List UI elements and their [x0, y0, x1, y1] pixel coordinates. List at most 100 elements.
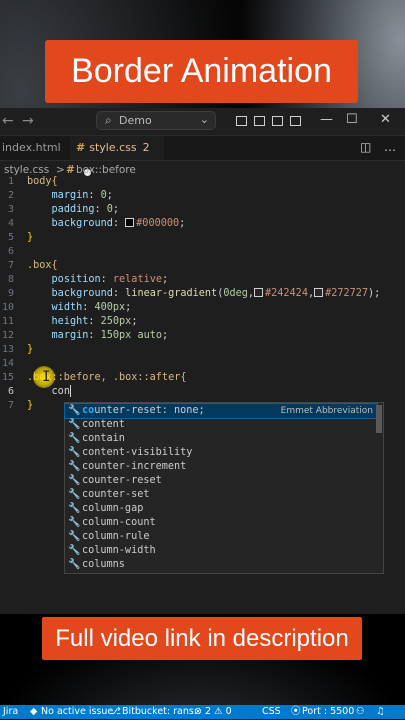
code-line: margin: 0; [51, 190, 113, 201]
tab-label: style.css [89, 141, 137, 154]
code-line: width: 400px; [51, 302, 132, 313]
code-line: background: linear-gradient(0deg, #242424… [51, 288, 381, 299]
code-line: padding: 0; [51, 204, 120, 215]
wrench-icon: 🔧 [68, 531, 81, 542]
code-line: margin: 150px auto; [51, 330, 169, 341]
toggle-primary-sidebar-icon[interactable] [236, 116, 247, 126]
line-number: 5 [7, 232, 14, 243]
wrench-icon: 🔧 [68, 545, 81, 556]
problem-count-badge: 2 [142, 141, 150, 154]
code-line: } [27, 344, 34, 355]
close-button[interactable]: ✕ [380, 112, 391, 127]
more-actions-icon[interactable]: … [384, 140, 396, 154]
suggestion-item[interactable]: 🔧 columns [65, 558, 377, 572]
command-center-text: Demo [119, 114, 152, 127]
suggestion-item[interactable]: 🔧 counter-reset: none; Emmet Abbreviatio… [64, 403, 378, 419]
line-number: 8 [7, 274, 14, 285]
wrench-icon: 🔧 [68, 517, 81, 528]
suggestion-item[interactable]: 🔧 contain [65, 432, 377, 446]
line-number: 14 [1, 358, 14, 369]
tab-style-css[interactable]: # style.css 2 [70, 136, 164, 176]
status-port[interactable]: Port : 5500 [302, 705, 354, 719]
broadcast-icon: ⦿ [291, 706, 301, 717]
line-number: 13 [1, 344, 14, 355]
vscode-window: ← → ⌕ Demo ⌄ — ☐ ✕ index.html # style.css… [0, 108, 405, 719]
breadcrumb: style.css > # box::before [0, 161, 405, 179]
suggestion-item[interactable]: 🔧 content-visibility [65, 446, 377, 460]
text-caret [69, 385, 71, 397]
code-line: body{ [27, 176, 58, 187]
line-number: 6 [7, 246, 14, 257]
wrench-icon: 🔧 [68, 503, 81, 514]
chevron-down-icon[interactable]: ⌄ [200, 113, 209, 126]
title-bar: ← → ⌕ Demo ⌄ — ☐ ✕ [0, 108, 405, 136]
suggestion-detail: Emmet Abbreviation [280, 406, 373, 416]
color-swatch-icon[interactable] [314, 288, 324, 297]
color-swatch-icon[interactable] [125, 218, 135, 227]
ibeam-cursor-icon: I [42, 369, 51, 385]
toggle-secondary-sidebar-icon[interactable] [272, 116, 283, 126]
breadcrumb-symbol[interactable]: box::before [76, 161, 136, 179]
line-number: 2 [7, 190, 14, 201]
code-line: } [27, 400, 34, 411]
line-number: 7 [7, 260, 14, 271]
suggestion-scrollbar[interactable] [376, 405, 382, 433]
forward-arrow-icon[interactable]: → [22, 113, 34, 129]
account-icon[interactable]: ⚇ [356, 705, 365, 719]
line-number: 6 [7, 386, 14, 397]
line-number: 9 [7, 288, 14, 299]
command-center[interactable]: ⌕ Demo ⌄ [96, 111, 216, 130]
tab-index-html[interactable]: index.html [0, 136, 64, 160]
line-number: 12 [1, 330, 14, 341]
wrench-icon: 🔧 [68, 433, 81, 444]
maximize-button[interactable]: ☐ [346, 112, 358, 127]
code-line: background: #000000; [51, 218, 186, 229]
back-arrow-icon[interactable]: ← [2, 113, 14, 129]
minimize-button[interactable]: — [320, 112, 333, 127]
line-number: 3 [7, 204, 14, 215]
notifications-icon[interactable]: ♫ [376, 705, 385, 719]
line-number: 7 [7, 400, 14, 411]
line-number: 1 [7, 176, 14, 187]
tab-label: index.html [2, 141, 61, 154]
status-problems[interactable]: ⊗ 2 ⚠ 0 [194, 705, 232, 719]
description-banner: Full video link in description [42, 617, 362, 660]
code-line: position: relative; [51, 274, 169, 285]
tab-bar: index.html # style.css 2 ◫ … [0, 136, 405, 176]
suggestion-item[interactable]: 🔧 column-count [65, 516, 377, 530]
wrench-icon: 🔧 [68, 419, 81, 430]
status-bitbucket[interactable]: Bitbucket: rans: [122, 705, 197, 719]
jira-icon: ◆ [30, 706, 38, 717]
toggle-panel-icon[interactable] [254, 116, 265, 126]
customize-layout-icon[interactable] [290, 116, 301, 126]
status-bar: Jira ◆ No active issue ⎇ Bitbucket: rans… [0, 705, 405, 719]
suggestion-item[interactable]: 🔧 content [65, 418, 377, 432]
code-line: .box{ [27, 260, 58, 271]
suggestion-item[interactable]: 🔧 column-rule [65, 530, 377, 544]
css-file-icon: # [76, 141, 86, 154]
line-number: 15 [1, 372, 14, 383]
suggestion-item[interactable]: 🔧 counter-set [65, 488, 377, 502]
css-selector-icon: # [66, 164, 75, 176]
status-language[interactable]: CSS [262, 705, 281, 719]
suggestion-item[interactable]: 🔧 counter-reset [65, 474, 377, 488]
wrench-icon: 🔧 [68, 461, 81, 472]
line-number: 11 [1, 316, 14, 327]
wrench-icon: 🔧 [68, 475, 81, 486]
wrench-icon: 🔧 [68, 489, 81, 500]
code-line: con [51, 385, 71, 397]
bitbucket-icon: ⎇ [110, 706, 121, 717]
code-line: height: 250px; [51, 316, 138, 327]
suggestion-item[interactable]: 🔧 counter-increment [65, 460, 377, 474]
search-icon: ⌕ [105, 113, 112, 127]
color-swatch-icon[interactable] [254, 288, 264, 297]
split-editor-icon[interactable]: ◫ [360, 140, 371, 154]
suggestion-widget: 🔧 counter-reset: none; Emmet Abbreviatio… [64, 402, 384, 574]
status-jira[interactable]: Jira [3, 705, 18, 719]
wrench-icon: 🔧 [68, 559, 81, 570]
line-number: 4 [7, 218, 14, 229]
suggestion-item[interactable]: 🔧 column-width [65, 544, 377, 558]
status-issue[interactable]: No active issue [41, 705, 113, 719]
suggestion-item[interactable]: 🔧 column-gap [65, 502, 377, 516]
wrench-icon: 🔧 [68, 405, 81, 416]
